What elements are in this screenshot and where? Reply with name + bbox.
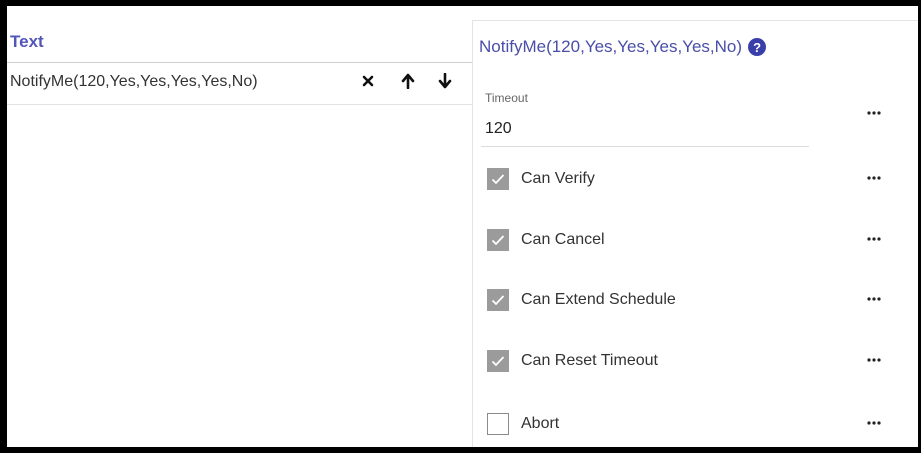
more-horizontal-icon[interactable] [865, 233, 883, 245]
more-horizontal-icon[interactable] [865, 293, 883, 305]
can-reset-timeout-label: Can Reset Timeout [521, 352, 658, 369]
can-cancel-label: Can Cancel [521, 231, 605, 248]
editor-window: Text NotifyMe(120,Yes,Yes,Yes,Yes,No) No… [7, 6, 918, 447]
abort-label: Abort [521, 415, 560, 432]
option-can-extend-schedule[interactable]: Can Extend Schedule [487, 287, 676, 313]
can-extend-schedule-checkbox[interactable] [487, 289, 509, 311]
divider [472, 20, 918, 21]
option-abort[interactable]: Abort [487, 411, 559, 437]
can-verify-label: Can Verify [521, 170, 595, 187]
can-extend-schedule-label: Can Extend Schedule [521, 291, 676, 308]
option-can-reset-timeout[interactable]: Can Reset Timeout [487, 348, 658, 374]
more-horizontal-icon[interactable] [865, 107, 883, 119]
can-verify-checkbox[interactable] [487, 168, 509, 190]
arrow-up-icon[interactable] [398, 70, 418, 92]
detail-title-row: NotifyMe(120,Yes,Yes,Yes,Yes,No) ? [479, 37, 767, 57]
can-reset-timeout-checkbox[interactable] [487, 350, 509, 372]
arrow-down-icon[interactable] [435, 70, 455, 92]
option-can-verify[interactable]: Can Verify [487, 166, 595, 192]
timeout-input[interactable] [481, 112, 809, 147]
check-icon [491, 295, 505, 306]
abort-checkbox[interactable] [487, 413, 509, 435]
close-icon[interactable] [358, 70, 378, 92]
text-list-panel: Text NotifyMe(120,Yes,Yes,Yes,Yes,No) [7, 20, 473, 447]
can-cancel-checkbox[interactable] [487, 229, 509, 251]
help-circle-icon[interactable]: ? [748, 38, 767, 56]
check-icon [491, 235, 505, 246]
option-can-cancel[interactable]: Can Cancel [487, 227, 605, 253]
check-icon [491, 356, 505, 367]
detail-title: NotifyMe(120,Yes,Yes,Yes,Yes,No) [479, 37, 743, 56]
more-horizontal-icon[interactable] [865, 172, 883, 184]
list-item[interactable]: NotifyMe(120,Yes,Yes,Yes,Yes,No) [7, 63, 472, 105]
more-horizontal-icon[interactable] [865, 354, 883, 366]
list-header-label: Text [10, 32, 44, 51]
timeout-label: Timeout [485, 91, 528, 105]
list-item-text[interactable]: NotifyMe(120,Yes,Yes,Yes,Yes,No) [10, 73, 258, 91]
check-icon [491, 174, 505, 185]
list-header: Text [7, 20, 472, 63]
more-horizontal-icon[interactable] [865, 417, 883, 429]
